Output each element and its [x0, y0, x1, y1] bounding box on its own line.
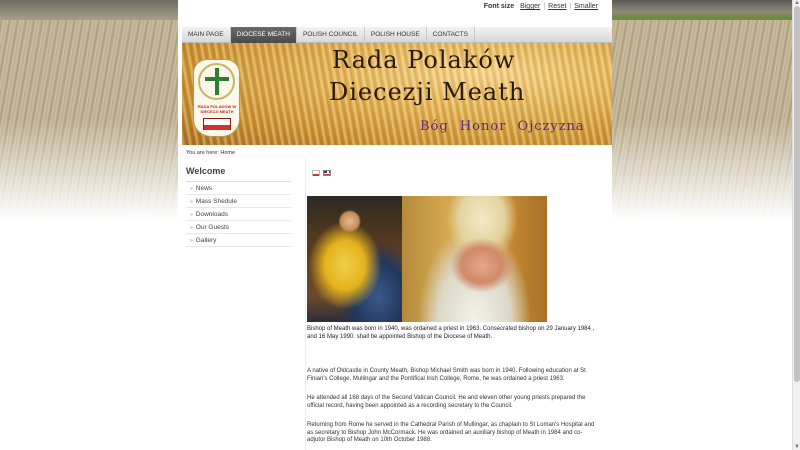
font-reset-link[interactable]: Reset	[548, 3, 566, 10]
sidebar-item-downloads[interactable]: » Downloads	[186, 208, 291, 221]
sidebar-item-mass-shedule[interactable]: » Mass Shedule	[186, 195, 291, 208]
bio-paragraph: Returning from Rome he served in the Cat…	[307, 422, 595, 443]
bishop-portrait-photo	[402, 196, 547, 322]
vertical-scrollbar[interactable]: ▲ ▼	[792, 0, 800, 450]
polish-flag-icon	[203, 118, 231, 130]
nav-main-page[interactable]: MAIN PAGE	[182, 27, 231, 43]
cross-icon	[215, 68, 219, 95]
font-bigger-link[interactable]: Bigger	[520, 3, 540, 10]
bio-paragraph: A native of Oldcastle in County Meath, B…	[307, 368, 586, 382]
sidebar-menu: Welcome » News » Mass Shedule » Downloads »…	[186, 166, 291, 247]
sidebar-item-label: Our Guests	[195, 224, 230, 231]
font-size-label: Font size	[483, 3, 515, 10]
bishop-photo	[307, 196, 547, 322]
page-container: Font size Bigger | Reset | Smaller MAIN PAGE…	[178, 0, 612, 450]
scrollbar-thumb[interactable]	[794, 6, 800, 382]
font-smaller-link[interactable]: Smaller	[574, 3, 598, 10]
main-navigation: MAIN PAGE DIOCESE MEATH POLISH COUNCIL P…	[182, 27, 612, 43]
bio-paragraph: He attended all 168 days of the Second V…	[307, 395, 586, 409]
breadcrumb: You are here: Home	[186, 150, 236, 156]
sidebar-item-news[interactable]: » News	[186, 182, 291, 195]
background-sky-left	[0, 0, 178, 20]
background-sky-right	[612, 0, 800, 20]
banner-motto: Bóg Honor Ojczyzna	[420, 119, 585, 134]
language-switcher	[312, 170, 331, 176]
bullet-icon: »	[190, 238, 193, 244]
bullet-icon: »	[190, 186, 193, 192]
sidebar-item-label: Downloads	[195, 211, 228, 218]
bullet-icon: »	[190, 212, 193, 218]
bullet-icon: »	[190, 225, 193, 231]
uk-flag-icon[interactable]	[323, 170, 331, 176]
font-size-controls: Font size Bigger | Reset | Smaller	[483, 3, 598, 10]
sidebar-item-our-guests[interactable]: » Our Guests	[186, 221, 291, 234]
sidebar-item-label: Mass Shedule	[195, 198, 237, 205]
sidebar-item-gallery[interactable]: » Gallery	[186, 234, 291, 247]
photo-caption: Bishop of Meath was born in 1940, was or…	[307, 326, 595, 340]
sidebar-item-label: Gallery	[195, 237, 217, 244]
banner-title-line2: Diecezji Meath	[329, 78, 526, 106]
sidebar-item-label: News	[195, 185, 213, 192]
nav-contacts[interactable]: CONTACTS	[427, 27, 475, 43]
nav-polish-house[interactable]: POLISH HOUSE	[365, 27, 427, 43]
nav-diocese-meath[interactable]: DIOCESE MEATH	[230, 27, 297, 43]
bullet-icon: »	[190, 199, 193, 205]
cross-icon-bar	[205, 77, 229, 81]
main-content: Bishop of Meath was born in 1940, was or…	[305, 158, 605, 450]
sidebar-title: Welcome	[186, 166, 291, 182]
header-banner: RADA POLAKÓW W DIECEZJI MEATH Rada Polak…	[182, 43, 612, 145]
bishop-with-children-photo	[307, 196, 402, 322]
banner-title-line1: Rada Polaków	[332, 46, 516, 74]
scroll-down-arrow-icon[interactable]: ▼	[794, 444, 800, 450]
emblem-text: RADA POLAKÓW W DIECEZJI MEATH	[197, 104, 237, 114]
nav-polish-council[interactable]: POLISH COUNCIL	[297, 27, 365, 43]
polish-flag-icon[interactable]	[312, 170, 320, 176]
emblem-logo[interactable]: RADA POLAKÓW W DIECEZJI MEATH	[193, 59, 240, 137]
